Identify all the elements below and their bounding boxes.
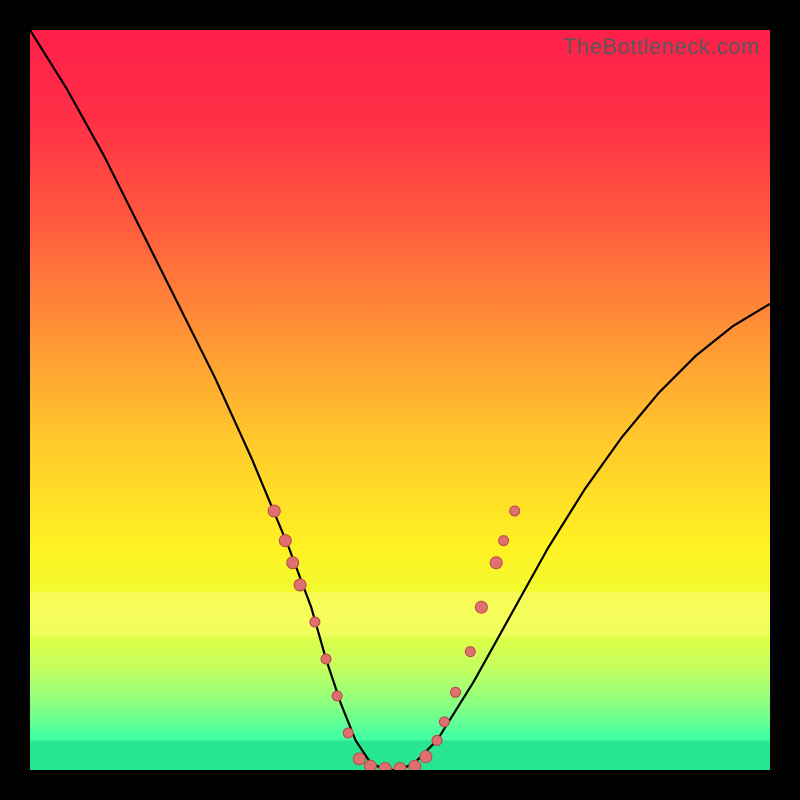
watermark-label: TheBottleneck.com <box>563 34 760 60</box>
gradient-background <box>30 30 770 770</box>
sample-dot <box>279 535 291 547</box>
sample-dot <box>321 654 331 664</box>
sample-dot <box>343 728 353 738</box>
sample-dot <box>439 717 449 727</box>
sample-dot <box>379 763 391 770</box>
sample-dot <box>287 557 299 569</box>
sample-dot <box>475 601 487 613</box>
sample-dot <box>332 691 342 701</box>
sample-dot <box>310 617 320 627</box>
sample-dot <box>451 687 461 697</box>
sample-dot <box>268 505 280 517</box>
sample-dot <box>432 735 442 745</box>
sample-dot <box>499 536 509 546</box>
sample-dot <box>465 647 475 657</box>
sample-dot <box>394 763 406 770</box>
sample-dot <box>510 506 520 516</box>
sample-dot <box>490 557 502 569</box>
sample-dot <box>294 579 306 591</box>
sample-dot <box>409 760 421 770</box>
yellow-band <box>30 592 770 636</box>
sample-dot <box>353 753 365 765</box>
chart-frame: TheBottleneck.com <box>30 30 770 770</box>
sample-dot <box>420 751 432 763</box>
sample-dot <box>364 760 376 770</box>
chart-svg <box>30 30 770 770</box>
